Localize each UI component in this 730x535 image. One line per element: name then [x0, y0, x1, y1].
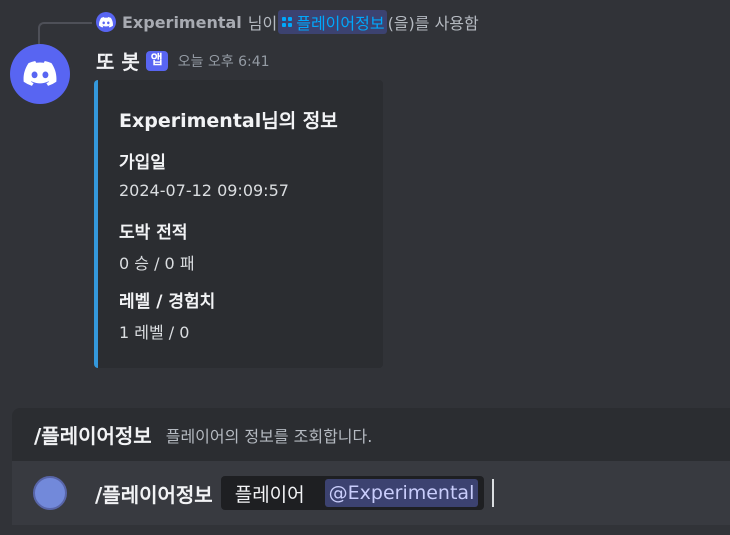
app-grid-icon: [282, 17, 293, 27]
command-mention[interactable]: 플레이어정보: [278, 10, 387, 34]
app-tag-badge: 앱: [145, 50, 168, 71]
command-suggestion[interactable]: /플레이어정보 플레이어의 정보를 조회합니다.: [12, 408, 730, 461]
message-input[interactable]: /플레이어정보 플레이어 @Experimental: [12, 461, 730, 525]
embed-title: Experimental님의 정보: [119, 110, 338, 132]
field-name-joined: 가입일: [119, 153, 166, 173]
reply-context[interactable]: Experimental 님이 플레이어정보 (을)를 사용함: [96, 10, 479, 34]
suggestion-command-name: /플레이어정보: [34, 424, 152, 448]
discord-logo-icon: [23, 61, 57, 86]
embed-card: Experimental님의 정보 가입일 2024-07-12 09:09:5…: [94, 80, 383, 368]
option-name: 플레이어: [234, 483, 305, 506]
reply-text-before: 님이: [247, 14, 278, 33]
discord-logo-icon: [99, 16, 113, 27]
input-command-name: /플레이어정보: [95, 482, 213, 507]
field-value-joined: 2024-07-12 09:09:57: [119, 181, 289, 200]
command-option-pill[interactable]: 플레이어 @Experimental: [220, 476, 485, 510]
option-value-mention[interactable]: @Experimental: [324, 479, 479, 507]
input-app-avatar: [33, 476, 67, 510]
bot-username[interactable]: 또 봇: [96, 46, 140, 75]
text-caret: [492, 479, 495, 507]
message-timestamp[interactable]: 오늘 오후 6:41: [178, 51, 270, 71]
field-name-level: 레벨 / 경험치: [119, 292, 216, 312]
field-value-gamble: 0 승 / 0 패: [119, 254, 195, 273]
reply-text-after: (을)를 사용함: [387, 14, 479, 33]
message-header: 또 봇 앱 오늘 오후 6:41: [96, 46, 270, 75]
field-name-gamble: 도박 전적: [119, 223, 188, 243]
bot-avatar[interactable]: [10, 44, 70, 104]
field-value-level: 1 레벨 / 0: [119, 323, 190, 342]
reply-avatar[interactable]: [96, 12, 116, 32]
reply-connector: [38, 22, 92, 44]
reply-username[interactable]: Experimental: [122, 13, 242, 32]
command-mention-label: 플레이어정보: [296, 14, 385, 33]
suggestion-command-description: 플레이어의 정보를 조회합니다.: [165, 426, 373, 446]
